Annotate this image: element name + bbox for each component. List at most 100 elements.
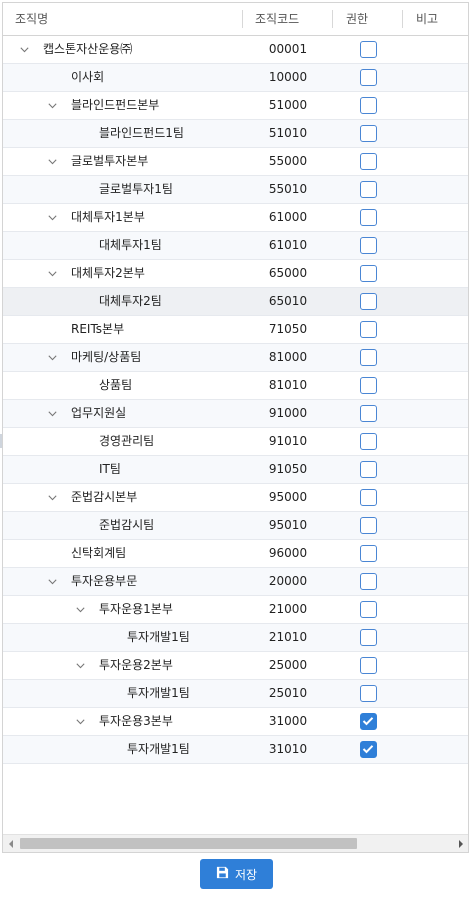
org-code: 21000 bbox=[268, 602, 308, 616]
column-header-permission[interactable]: 권한 bbox=[346, 3, 368, 35]
permission-checkbox[interactable] bbox=[360, 293, 377, 310]
table-row[interactable]: 투자개발1팀 25010 bbox=[3, 680, 468, 708]
permission-checkbox[interactable] bbox=[360, 69, 377, 86]
table-row[interactable]: 캡스톤자산운용㈜ 00001 bbox=[3, 36, 468, 64]
permission-checkbox[interactable] bbox=[360, 265, 377, 282]
table-row[interactable]: 경영관리팀 91010 bbox=[3, 428, 468, 456]
permission-checkbox[interactable] bbox=[360, 601, 377, 618]
table-row[interactable]: 대체투자2본부 65000 bbox=[3, 260, 468, 288]
permission-checkbox[interactable] bbox=[360, 153, 377, 170]
permission-checkbox[interactable] bbox=[360, 125, 377, 142]
collapse-chevron-icon[interactable] bbox=[45, 148, 59, 175]
org-name: 글로벌투자1팀 bbox=[99, 182, 173, 196]
save-button[interactable]: 저장 bbox=[200, 859, 273, 889]
scrollbar-thumb[interactable] bbox=[20, 838, 357, 849]
permission-checkbox[interactable] bbox=[360, 405, 377, 422]
table-row[interactable]: 투자운용2본부 25000 bbox=[3, 652, 468, 680]
collapse-chevron-icon[interactable] bbox=[73, 652, 87, 679]
org-name: 캡스톤자산운용㈜ bbox=[43, 42, 133, 56]
permission-checkbox[interactable] bbox=[360, 517, 377, 534]
org-name: 투자운용2본부 bbox=[99, 658, 173, 672]
table-row[interactable]: 투자운용부문 20000 bbox=[3, 568, 468, 596]
permission-checkbox[interactable] bbox=[360, 97, 377, 114]
org-name: 업무지원실 bbox=[71, 406, 127, 420]
collapse-chevron-icon[interactable] bbox=[17, 36, 31, 63]
org-code: 20000 bbox=[268, 574, 308, 588]
collapse-chevron-icon[interactable] bbox=[45, 260, 59, 287]
permission-checkbox[interactable] bbox=[360, 41, 377, 58]
permission-checkbox[interactable] bbox=[360, 461, 377, 478]
org-name: 마케팅/상품팀 bbox=[71, 350, 142, 364]
permission-checkbox[interactable] bbox=[360, 629, 377, 646]
permission-checkbox[interactable] bbox=[360, 489, 377, 506]
permission-checkbox[interactable] bbox=[360, 573, 377, 590]
org-code: 51000 bbox=[268, 98, 308, 112]
org-name: 투자운용1본부 bbox=[99, 602, 173, 616]
org-name: 준법감시본부 bbox=[71, 490, 138, 504]
permission-checkbox[interactable] bbox=[360, 657, 377, 674]
org-code: 25010 bbox=[268, 686, 308, 700]
org-code: 95010 bbox=[268, 518, 308, 532]
table-row[interactable]: 글로벌투자본부 55000 bbox=[3, 148, 468, 176]
column-header-name[interactable]: 조직명 bbox=[15, 3, 48, 35]
table-row[interactable]: 신탁회계팀 96000 bbox=[3, 540, 468, 568]
permission-checkbox[interactable] bbox=[360, 181, 377, 198]
column-divider[interactable] bbox=[402, 10, 403, 28]
org-name: 투자개발1팀 bbox=[127, 742, 190, 756]
permission-checkbox[interactable] bbox=[360, 209, 377, 226]
permission-checkbox[interactable] bbox=[360, 433, 377, 450]
permission-checkbox[interactable] bbox=[360, 713, 377, 730]
org-name: 투자운용3본부 bbox=[99, 714, 173, 728]
collapse-chevron-icon[interactable] bbox=[73, 596, 87, 623]
horizontal-scrollbar[interactable] bbox=[3, 834, 468, 852]
org-code: 10000 bbox=[268, 70, 308, 84]
table-row[interactable]: IT팀 91050 bbox=[3, 456, 468, 484]
table-row[interactable]: 이사회 10000 bbox=[3, 64, 468, 92]
table-row[interactable]: 대체투자1본부 61000 bbox=[3, 204, 468, 232]
permission-checkbox[interactable] bbox=[360, 377, 377, 394]
table-row[interactable]: 투자개발1팀 31010 bbox=[3, 736, 468, 764]
table-row[interactable]: 글로벌투자1팀 55010 bbox=[3, 176, 468, 204]
table-row[interactable]: 투자개발1팀 21010 bbox=[3, 624, 468, 652]
permission-checkbox[interactable] bbox=[360, 741, 377, 758]
splitter-handle[interactable] bbox=[0, 434, 2, 448]
scroll-left-arrow-icon[interactable] bbox=[3, 835, 18, 852]
grid-body: 캡스톤자산운용㈜ 00001 이사회 10000 블라인드펀드본부 51000 블라인드펀드… bbox=[3, 36, 468, 764]
collapse-chevron-icon[interactable] bbox=[45, 92, 59, 119]
table-row[interactable]: 투자운용3본부 31000 bbox=[3, 708, 468, 736]
collapse-chevron-icon[interactable] bbox=[45, 400, 59, 427]
collapse-chevron-icon[interactable] bbox=[45, 568, 59, 595]
table-row[interactable]: 준법감시본부 95000 bbox=[3, 484, 468, 512]
permission-checkbox[interactable] bbox=[360, 349, 377, 366]
permission-checkbox[interactable] bbox=[360, 685, 377, 702]
org-name: REITs본부 bbox=[71, 322, 125, 336]
scroll-right-arrow-icon[interactable] bbox=[453, 835, 468, 852]
org-name: 투자운용부문 bbox=[71, 574, 138, 588]
column-divider[interactable] bbox=[332, 10, 333, 28]
organization-tree-grid: 조직명 조직코드 권한 비고 캡스톤자산운용㈜ 00001 이사회 10000 블라인드… bbox=[2, 2, 469, 853]
table-row[interactable]: 블라인드펀드본부 51000 bbox=[3, 92, 468, 120]
org-code: 81000 bbox=[268, 350, 308, 364]
grid-header: 조직명 조직코드 권한 비고 bbox=[3, 3, 468, 36]
table-row[interactable]: REITs본부 71050 bbox=[3, 316, 468, 344]
collapse-chevron-icon[interactable] bbox=[73, 708, 87, 735]
permission-checkbox[interactable] bbox=[360, 545, 377, 562]
table-row[interactable]: 마케팅/상품팀 81000 bbox=[3, 344, 468, 372]
collapse-chevron-icon[interactable] bbox=[45, 344, 59, 371]
table-row[interactable]: 대체투자2팀 65010 bbox=[3, 288, 468, 316]
table-row[interactable]: 대체투자1팀 61010 bbox=[3, 232, 468, 260]
column-divider[interactable] bbox=[242, 10, 243, 28]
table-row[interactable]: 상품팀 81010 bbox=[3, 372, 468, 400]
column-header-note[interactable]: 비고 bbox=[416, 3, 438, 35]
collapse-chevron-icon[interactable] bbox=[45, 204, 59, 231]
table-row[interactable]: 블라인드펀드1팀 51010 bbox=[3, 120, 468, 148]
table-row[interactable]: 준법감시팀 95010 bbox=[3, 512, 468, 540]
permission-checkbox[interactable] bbox=[360, 321, 377, 338]
floppy-disk-icon bbox=[216, 866, 229, 882]
table-row[interactable]: 업무지원실 91000 bbox=[3, 400, 468, 428]
column-header-code[interactable]: 조직코드 bbox=[255, 3, 299, 35]
table-row[interactable]: 투자운용1본부 21000 bbox=[3, 596, 468, 624]
permission-checkbox[interactable] bbox=[360, 237, 377, 254]
collapse-chevron-icon[interactable] bbox=[45, 484, 59, 511]
org-name: 대체투자1팀 bbox=[99, 238, 162, 252]
